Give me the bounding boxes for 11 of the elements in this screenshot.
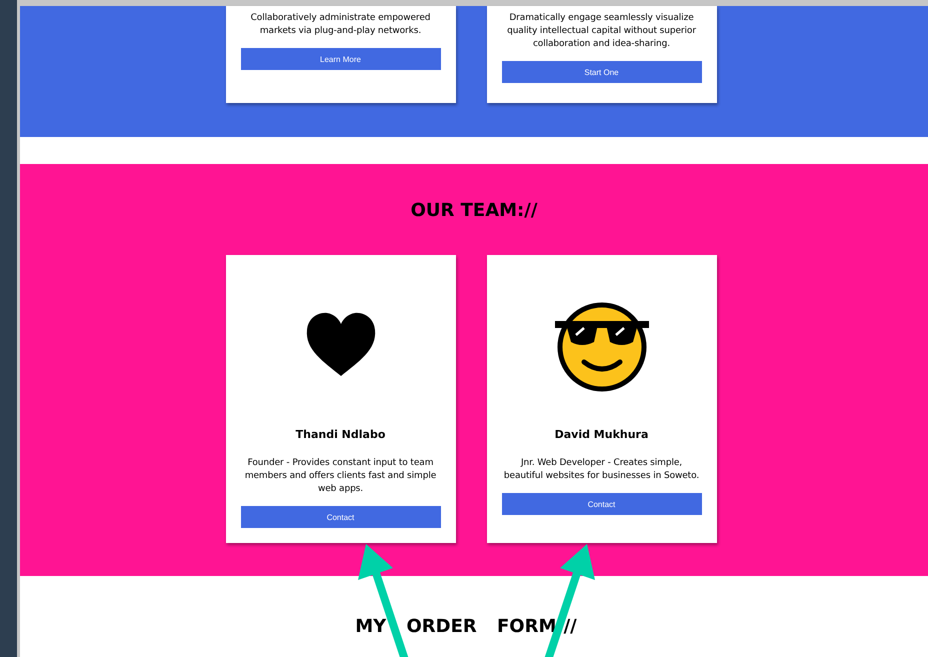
member-name: Thandi Ndlabo <box>294 427 386 443</box>
service-description: Collaboratively administrate empowered markets via plug-and-play networks. <box>250 12 432 38</box>
service-button[interactable]: Learn More <box>240 48 440 70</box>
contact-button[interactable]: Contact <box>240 506 440 528</box>
member-description: Jnr. Web Developer - Creates simple, beautiful websites for businesses in Soweto. <box>502 457 700 483</box>
service-button[interactable]: Start One <box>502 61 702 83</box>
member-description: Founder - Provides constant input to team members and offers clients fast and simple web apps. <box>244 457 438 496</box>
service-description: Dramatically engage seamlessly visualize quality intellectual capital without superior collaboration and idea-sharing. <box>506 12 697 51</box>
contact-button[interactable]: Contact <box>502 493 702 515</box>
section-heading: OUR TEAM:// <box>410 200 538 222</box>
member-name: David Mukhura <box>554 427 650 443</box>
